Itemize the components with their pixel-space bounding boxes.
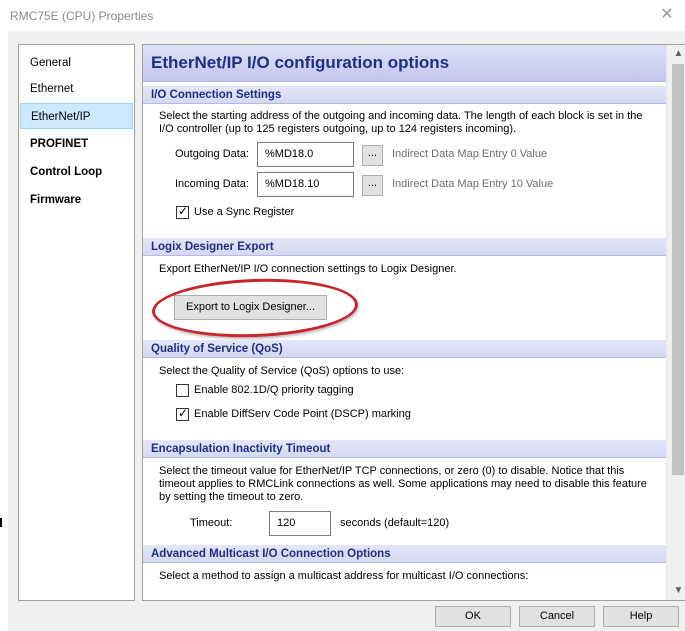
- sidebar-item-ethernet[interactable]: Ethernet: [20, 76, 133, 102]
- qos-description: Select the Quality of Service (QoS) opti…: [159, 365, 405, 377]
- window-title: RMC75E (CPU) Properties: [10, 9, 154, 23]
- outgoing-data-hint: Indirect Data Map Entry 0 Value: [392, 148, 548, 160]
- checkmark-icon: ✓: [178, 204, 189, 218]
- incoming-data-field[interactable]: %MD18.10: [257, 172, 354, 197]
- cancel-button[interactable]: Cancel: [519, 606, 595, 627]
- incoming-data-hint: Indirect Data Map Entry 10 Value: [392, 178, 554, 190]
- multicast-heading: Advanced Multicast I/O Connection Option…: [143, 545, 666, 563]
- multicast-description: Select a method to assign a multicast ad…: [159, 570, 529, 582]
- window-edge-mark: [0, 518, 2, 527]
- incoming-browse-button[interactable]: ...: [362, 175, 383, 196]
- priority-tagging-label: Enable 802.1D/Q priority tagging: [194, 384, 354, 396]
- outgoing-data-field[interactable]: %MD18.0: [257, 142, 354, 167]
- io-settings-description: Select the starting address of the outgo…: [159, 110, 643, 135]
- logix-export-description: Export EtherNet/IP I/O connection settin…: [159, 263, 457, 275]
- sidebar-item-label: Ethernet: [30, 83, 74, 95]
- page-title: EtherNet/IP I/O configuration options: [151, 53, 450, 72]
- vertical-scrollbar[interactable]: ▲ ▼: [666, 45, 685, 600]
- io-settings-heading: I/O Connection Settings: [143, 86, 666, 104]
- help-button[interactable]: Help: [603, 606, 679, 627]
- outgoing-browse-button[interactable]: ...: [362, 145, 383, 166]
- title-bar: RMC75E (CPU) Properties ✕: [0, 0, 685, 31]
- sidebar-item-profinet[interactable]: PROFINET: [20, 131, 133, 157]
- timeout-description: Select the timeout value for EtherNet/IP…: [159, 465, 647, 503]
- timeout-heading: Encapsulation Inactivity Timeout: [143, 440, 666, 458]
- scroll-down-icon[interactable]: ▼: [667, 582, 685, 599]
- category-sidebar: General Ethernet EtherNet/IP PROFINET Co…: [18, 44, 135, 601]
- outgoing-data-label: Outgoing Data:: [175, 148, 249, 160]
- checkbox-box[interactable]: ✓: [176, 204, 189, 219]
- sidebar-item-firmware[interactable]: Firmware: [20, 187, 133, 213]
- page-header: EtherNet/IP I/O configuration options: [143, 45, 666, 82]
- sidebar-item-label: Firmware: [30, 194, 82, 206]
- sidebar-item-label: General: [30, 57, 71, 69]
- sidebar-item-label: PROFINET: [30, 138, 89, 150]
- logix-export-heading: Logix Designer Export: [143, 238, 666, 256]
- scroll-thumb[interactable]: [672, 64, 684, 475]
- sync-register-label: Use a Sync Register: [194, 206, 295, 218]
- sidebar-item-control-loop[interactable]: Control Loop: [20, 159, 133, 185]
- options-panel: EtherNet/IP I/O configuration options I/…: [142, 44, 685, 601]
- sidebar-item-ethernet-ip[interactable]: EtherNet/IP: [20, 103, 133, 129]
- timeout-label: Timeout:: [190, 517, 233, 529]
- sidebar-item-label: Control Loop: [30, 166, 103, 178]
- ok-button[interactable]: OK: [435, 606, 511, 627]
- checkbox-box[interactable]: [176, 384, 189, 397]
- timeout-field[interactable]: 120: [269, 511, 331, 536]
- checkmark-icon: ✓: [178, 406, 189, 420]
- incoming-data-label: Incoming Data:: [175, 178, 249, 190]
- close-icon[interactable]: ✕: [658, 6, 676, 24]
- highlight-annotation: [151, 275, 359, 341]
- sidebar-item-label: EtherNet/IP: [31, 111, 91, 123]
- checkbox-box[interactable]: ✓: [176, 406, 189, 421]
- dscp-marking-label: Enable DiffServ Code Point (DSCP) markin…: [194, 408, 411, 420]
- qos-heading: Quality of Service (QoS): [143, 340, 666, 358]
- properties-dialog: General Ethernet EtherNet/IP PROFINET Co…: [8, 31, 685, 631]
- scroll-up-icon[interactable]: ▲: [667, 45, 685, 62]
- sidebar-item-general[interactable]: General: [20, 50, 133, 76]
- timeout-default-note: seconds (default=120): [340, 517, 450, 529]
